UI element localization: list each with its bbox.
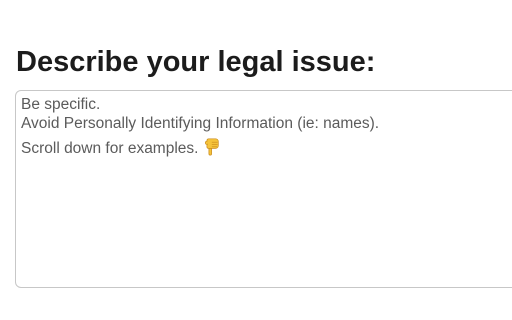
placeholder-line-2: Avoid Personally Identifying Information… <box>21 115 380 132</box>
form-heading: Describe your legal issue: <box>16 46 376 78</box>
page: Describe your legal issue: Be specific. … <box>0 0 512 320</box>
placeholder-line-1: Be specific. <box>21 96 101 113</box>
placeholder-line-3: Scroll down for examples. <box>21 140 199 157</box>
legal-issue-textarea[interactable]: Be specific. Avoid Personally Identifyin… <box>15 90 512 288</box>
pointing-down-hand-icon <box>204 138 220 161</box>
placeholder-line-3-row: Scroll down for examples. <box>21 138 512 161</box>
